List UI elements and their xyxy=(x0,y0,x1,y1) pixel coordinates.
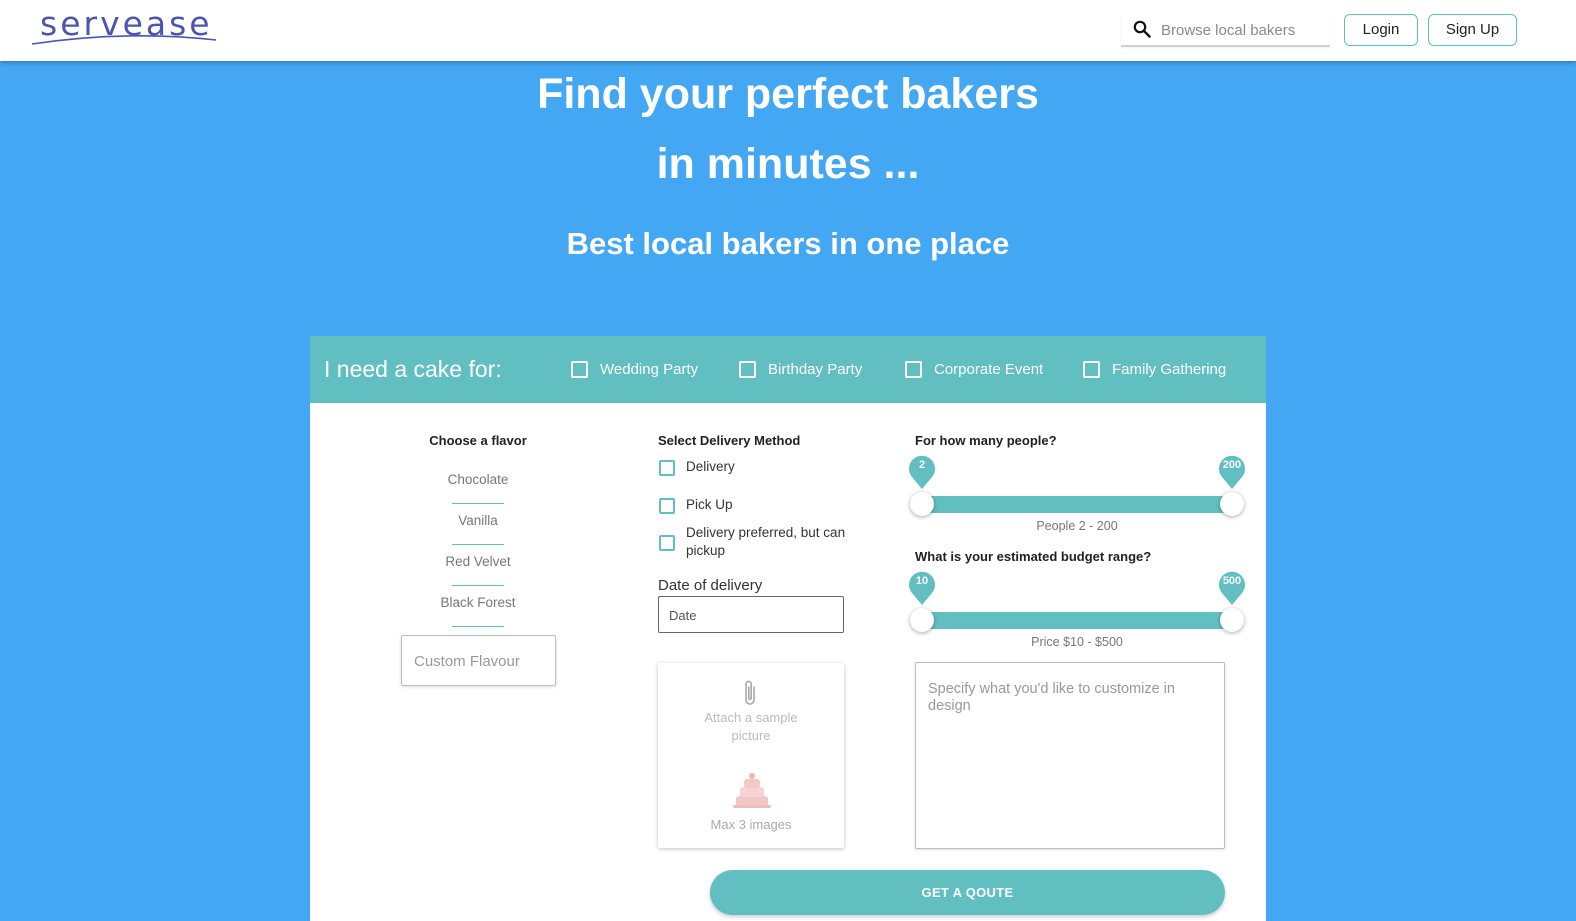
occasion-corporate-checkbox[interactable]: Corporate Event xyxy=(905,360,1055,380)
design-notes-placeholder: Specify what you'd like to customize in … xyxy=(928,681,1175,714)
login-button[interactable]: Login xyxy=(1344,14,1418,46)
search-icon xyxy=(1133,20,1151,38)
occasion-birthday-checkbox[interactable]: Birthday Party xyxy=(739,360,879,380)
search-input[interactable]: Browse local bakers xyxy=(1161,22,1295,39)
people-max-value: 200 xyxy=(1222,459,1242,471)
budget-range-track[interactable] xyxy=(922,612,1232,629)
checkbox-box[interactable] xyxy=(905,361,922,378)
flavor-option-chocolate[interactable]: Chocolate xyxy=(410,472,546,487)
occasion-header: I need a cake for: Wedding Party Birthda… xyxy=(310,336,1266,403)
signup-button[interactable]: Sign Up xyxy=(1428,14,1517,46)
attach-max-note: Max 3 images xyxy=(710,817,792,832)
flavor-option-vanilla[interactable]: Vanilla xyxy=(410,513,546,528)
delivery-option-label: Pick Up xyxy=(686,497,733,512)
hero-title-line2: in minutes ... xyxy=(656,140,920,188)
checkbox-box[interactable] xyxy=(739,361,756,378)
budget-min-value: 10 xyxy=(915,575,929,587)
people-range-caption: People 2 - 200 xyxy=(1036,519,1118,533)
budget-max-slider-handle[interactable] xyxy=(1220,608,1244,632)
checkbox-box[interactable] xyxy=(571,361,588,378)
occasion-label: Wedding Party xyxy=(600,361,699,378)
budget-max-value: 500 xyxy=(1222,575,1242,587)
attach-text: Attach a sample picture xyxy=(704,710,798,743)
occasion-prompt: I need a cake for: xyxy=(324,356,502,382)
occasion-label: Family Gathering xyxy=(1112,361,1227,378)
custom-flavour-input[interactable]: Custom Flavour xyxy=(401,635,556,686)
hero-title-line1: Find your perfect bakers xyxy=(537,70,1039,118)
servease-logo[interactable]: servease xyxy=(30,4,220,48)
delivery-option-preferred-checkbox[interactable] xyxy=(659,535,675,551)
budget-max-value-pin: 500 xyxy=(1217,569,1247,605)
custom-flavour-placeholder: Custom Flavour xyxy=(414,653,520,670)
checkbox-box[interactable] xyxy=(1083,361,1100,378)
date-input[interactable]: Date xyxy=(658,596,844,633)
logo-swoosh-icon xyxy=(31,35,217,45)
search-bar[interactable]: Browse local bakers xyxy=(1121,14,1330,47)
attach-picture-dropzone[interactable]: Attach a sample picture Max 3 images xyxy=(658,663,844,848)
cake-icon xyxy=(733,773,771,808)
flavor-title: Choose a flavor xyxy=(429,433,527,448)
occasion-label: Corporate Event xyxy=(934,361,1044,378)
quote-form-card: I need a cake for: Wedding Party Birthda… xyxy=(310,336,1266,921)
flavor-divider xyxy=(452,585,504,586)
flavor-option-red-velvet[interactable]: Red Velvet xyxy=(410,554,546,569)
flavor-divider xyxy=(452,626,504,627)
occasion-wedding-checkbox[interactable]: Wedding Party xyxy=(571,360,711,380)
date-of-delivery-label: Date of delivery xyxy=(658,577,763,594)
top-navbar: servease Browse local bakers Login Sign … xyxy=(0,0,1576,61)
flavor-divider xyxy=(452,544,504,545)
people-range-track[interactable] xyxy=(922,496,1232,513)
occasion-family-checkbox[interactable]: Family Gathering xyxy=(1083,360,1243,380)
people-min-value-pin: 2 xyxy=(907,453,937,489)
people-title: For how many people? xyxy=(915,433,1057,448)
budget-title: What is your estimated budget range? xyxy=(915,549,1152,564)
paperclip-icon xyxy=(745,680,755,705)
budget-min-value-pin: 10 xyxy=(907,569,937,605)
people-min-slider-handle[interactable] xyxy=(910,492,934,516)
budget-range-caption: Price $10 - $500 xyxy=(1031,635,1123,649)
people-max-value-pin: 200 xyxy=(1217,453,1247,489)
delivery-option-label: Delivery xyxy=(686,459,735,474)
people-max-slider-handle[interactable] xyxy=(1220,492,1244,516)
design-notes-textarea[interactable]: Specify what you'd like to customize in … xyxy=(915,662,1225,849)
delivery-option-pickup-checkbox[interactable] xyxy=(659,498,675,514)
occasion-label: Birthday Party xyxy=(768,361,863,378)
hero-subtitle: Best local bakers in one place xyxy=(566,226,1010,261)
flavor-divider xyxy=(452,503,504,504)
people-min-value: 2 xyxy=(918,459,926,471)
date-placeholder: Date xyxy=(669,608,697,623)
budget-min-slider-handle[interactable] xyxy=(910,608,934,632)
delivery-option-delivery-checkbox[interactable] xyxy=(659,460,675,476)
delivery-title: Select Delivery Method xyxy=(658,433,801,448)
delivery-option-label: Delivery preferred, but can pickup xyxy=(686,525,846,558)
get-quote-button[interactable]: GET A QOUTE xyxy=(710,870,1225,915)
flavor-option-black-forest[interactable]: Black Forest xyxy=(410,595,546,610)
